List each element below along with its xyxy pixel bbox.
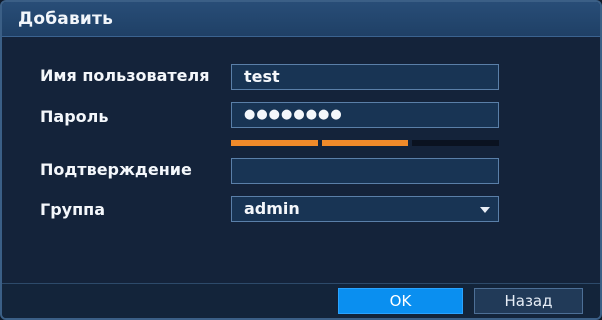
password-label: Пароль (40, 107, 109, 126)
confirm-label: Подтверждение (40, 160, 192, 179)
strength-segment-1 (231, 140, 318, 146)
strength-segment-3 (412, 140, 500, 146)
dialog-title: Добавить (18, 9, 114, 29)
group-select[interactable]: admin (231, 196, 499, 222)
dialog-footer: OK Назад (2, 283, 600, 318)
confirm-password-input[interactable] (231, 158, 499, 184)
username-label: Имя пользователя (40, 66, 210, 85)
dialog-title-bar: Добавить (2, 2, 600, 37)
ok-button[interactable]: OK (338, 288, 463, 314)
group-select-value: admin (244, 199, 300, 218)
username-input[interactable]: test (231, 64, 499, 90)
strength-segment-2 (321, 140, 409, 146)
back-button[interactable]: Назад (474, 288, 583, 314)
chevron-down-icon[interactable] (480, 207, 490, 213)
password-input[interactable]: ●●●●●●●● (231, 102, 499, 128)
password-strength-meter (231, 140, 500, 146)
add-user-dialog: Добавить Имя пользователя test Пароль ●●… (0, 0, 602, 320)
group-label: Группа (40, 200, 105, 219)
